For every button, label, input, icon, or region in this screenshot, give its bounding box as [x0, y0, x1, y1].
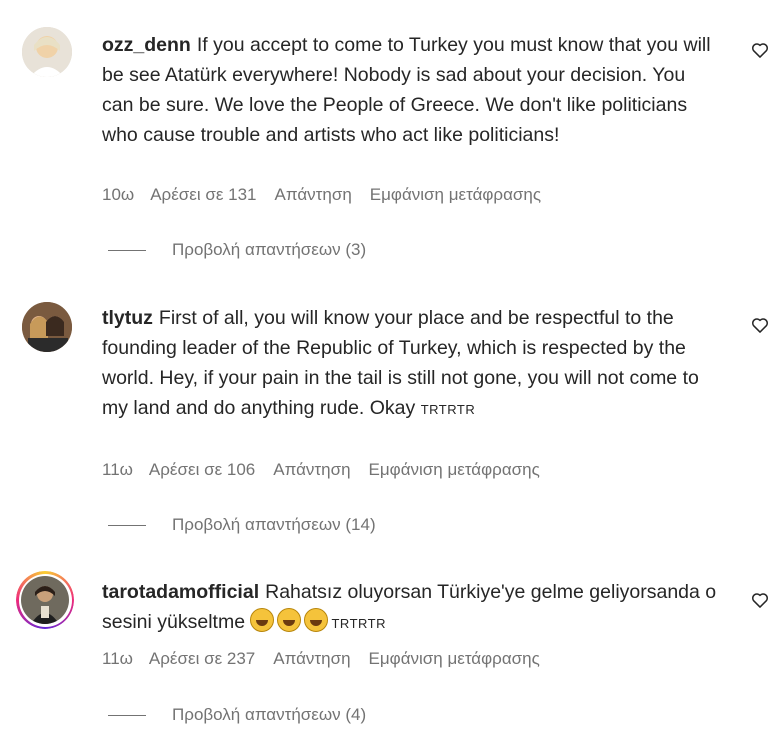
comment-age: 10ω — [102, 185, 135, 204]
heart-outline-icon[interactable] — [750, 315, 770, 335]
story-ring — [16, 571, 74, 629]
heart-outline-icon[interactable] — [750, 40, 770, 60]
reply-button[interactable]: Απάντηση — [273, 460, 350, 480]
avatar-with-story-ring[interactable] — [16, 571, 74, 629]
comment-text: tarotadamofficial Rahatsız oluyorsan Türk… — [102, 577, 722, 639]
comment-body: If you accept to come to Turkey you must… — [102, 34, 711, 146]
user-photo-icon — [21, 576, 69, 624]
comment-meta: 11ω Αρέσει σε 106 Απάντηση Εμφάνιση μετά… — [102, 460, 558, 480]
comment-age: 11ω — [102, 649, 133, 668]
show-translation-button[interactable]: Εμφάνιση μετάφρασης — [369, 649, 540, 669]
comment-meta: 10ω Αρέσει σε 131 Απάντηση Εμφάνιση μετά… — [102, 185, 559, 205]
username[interactable]: tlytuz — [102, 307, 153, 329]
view-replies-label: Προβολή απαντήσεων (14) — [172, 515, 376, 534]
view-replies-button[interactable]: Προβολή απαντήσεων (4) — [108, 705, 366, 725]
view-replies-button[interactable]: Προβολή απαντήσεων (3) — [108, 240, 366, 260]
username[interactable]: tarotadamofficial — [102, 581, 259, 603]
sweat-smile-emoji-icon — [277, 608, 302, 632]
reply-button[interactable]: Απάντηση — [275, 185, 352, 205]
reply-button[interactable]: Απάντηση — [273, 649, 350, 669]
divider-line — [108, 714, 146, 716]
avatar[interactable] — [22, 302, 72, 352]
heart-outline-icon[interactable] — [750, 590, 770, 610]
comment-body: First of all, you will know your place a… — [102, 307, 699, 419]
comment-age: 11ω — [102, 460, 133, 479]
likes-count-link[interactable]: Αρέσει σε 131 — [150, 185, 256, 205]
flag-text: TRTRTR — [331, 616, 387, 631]
divider-line — [108, 524, 146, 526]
likes-count-link[interactable]: Αρέσει σε 237 — [149, 649, 255, 669]
username[interactable]: ozz_denn — [102, 34, 191, 56]
comment-text: ozz_denn If you accept to come to Turkey … — [102, 30, 722, 150]
avatar[interactable] — [22, 27, 72, 77]
show-translation-button[interactable]: Εμφάνιση μετάφρασης — [369, 460, 540, 480]
show-translation-button[interactable]: Εμφάνιση μετάφρασης — [370, 185, 541, 205]
flag-text: TRTRTR — [420, 402, 476, 417]
view-replies-label: Προβολή απαντήσεων (3) — [172, 240, 367, 259]
comment-meta: 11ω Αρέσει σε 237 Απάντηση Εμφάνιση μετά… — [102, 649, 558, 669]
view-replies-label: Προβολή απαντήσεων (4) — [172, 705, 367, 724]
comment-text: tlytuz First of all, you will know your p… — [102, 303, 722, 425]
laughing-tears-emoji-icon — [250, 608, 275, 632]
divider-line — [108, 249, 146, 251]
user-photo-icon — [22, 27, 72, 77]
user-photo-icon — [22, 302, 72, 352]
likes-count-link[interactable]: Αρέσει σε 106 — [149, 460, 255, 480]
rofl-emoji-icon — [304, 608, 329, 632]
view-replies-button[interactable]: Προβολή απαντήσεων (14) — [108, 515, 376, 535]
